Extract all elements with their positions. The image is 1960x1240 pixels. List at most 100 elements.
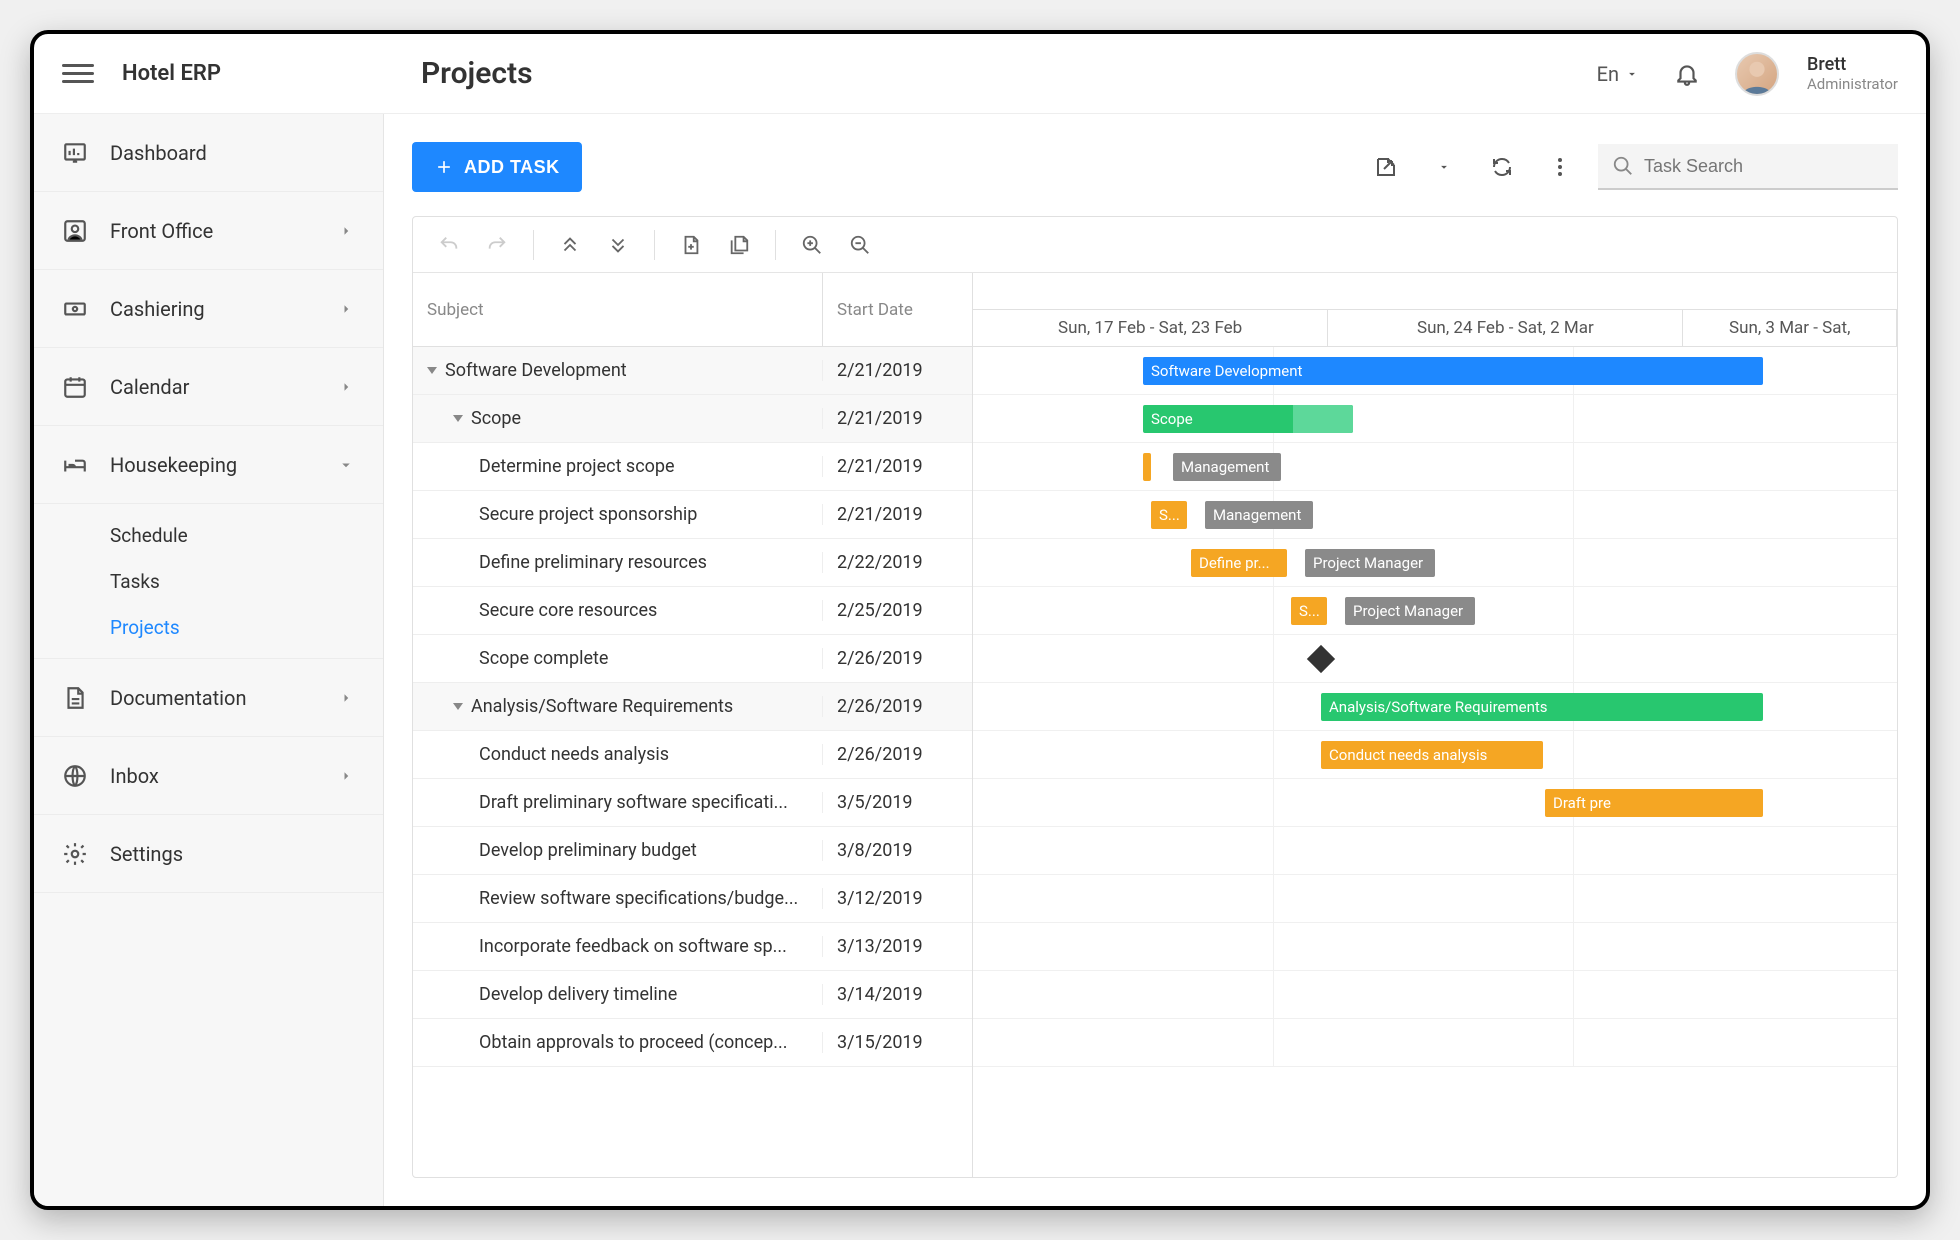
add-row-button[interactable] <box>669 223 713 267</box>
sidebar-item-front-office[interactable]: Front Office <box>34 192 383 270</box>
main-content: ADD TASK <box>384 114 1926 1206</box>
gantt-row <box>973 971 1897 1019</box>
column-start-date[interactable]: Start Date <box>823 273 972 346</box>
duplicate-row-button[interactable] <box>717 223 761 267</box>
refresh-icon <box>1490 155 1514 179</box>
notifications-button[interactable] <box>1667 54 1707 94</box>
gantt-bar[interactable]: Conduct needs analysis <box>1321 741 1543 769</box>
gantt-milestone[interactable] <box>1307 645 1335 673</box>
sidebar-item-label: Settings <box>110 842 355 866</box>
refresh-button[interactable] <box>1482 147 1522 187</box>
chevron-right-icon <box>337 300 355 318</box>
gantt-bar[interactable]: Scope <box>1143 405 1353 433</box>
gantt-bar[interactable]: Draft pre <box>1545 789 1763 817</box>
task-subject: Scope <box>471 408 521 429</box>
search-input[interactable] <box>1644 156 1884 177</box>
task-subject: Secure core resources <box>479 600 657 621</box>
column-headers: Subject Start Date <box>413 273 972 347</box>
sidebar-item-label: Documentation <box>110 686 315 710</box>
sidebar-item-cashiering[interactable]: Cashiering <box>34 270 383 348</box>
task-row[interactable]: Review software specifications/budge...3… <box>413 875 972 923</box>
sidebar-item-housekeeping[interactable]: Housekeeping <box>34 426 383 504</box>
gantt-chart[interactable]: Sun, 17 Feb - Sat, 23 FebSun, 24 Feb - S… <box>973 273 1897 1177</box>
expand-toggle-icon[interactable] <box>453 703 463 710</box>
sidebar-item-dashboard[interactable]: Dashboard <box>34 114 383 192</box>
task-date: 2/21/2019 <box>823 504 972 525</box>
gantt-row <box>973 923 1897 971</box>
task-date: 3/14/2019 <box>823 984 972 1005</box>
more-button[interactable] <box>1540 147 1580 187</box>
task-row[interactable]: Software Development2/21/2019 <box>413 347 972 395</box>
task-row[interactable]: Scope complete2/26/2019 <box>413 635 972 683</box>
zoom-in-button[interactable] <box>790 223 834 267</box>
task-row[interactable]: Draft preliminary software specificati..… <box>413 779 972 827</box>
sidebar-subitem-schedule[interactable]: Schedule <box>110 512 383 558</box>
sidebar-subitem-projects[interactable]: Projects <box>110 604 383 650</box>
task-row[interactable]: Develop delivery timeline3/14/2019 <box>413 971 972 1019</box>
column-subject[interactable]: Subject <box>413 273 823 346</box>
task-subject: Incorporate feedback on software sp... <box>479 936 787 957</box>
gantt-bar[interactable]: S... <box>1291 597 1327 625</box>
language-label: En <box>1597 62 1619 86</box>
calendar-icon <box>62 374 88 400</box>
expand-all-button[interactable] <box>596 223 640 267</box>
task-row[interactable]: Determine project scope2/21/2019 <box>413 443 972 491</box>
task-subject: Analysis/Software Requirements <box>471 696 733 717</box>
sidebar-item-documentation[interactable]: Documentation <box>34 659 383 737</box>
task-date: 3/12/2019 <box>823 888 972 909</box>
file-icon <box>62 685 88 711</box>
expand-toggle-icon[interactable] <box>453 415 463 422</box>
task-subject: Scope complete <box>479 648 608 669</box>
gantt-row <box>973 1019 1897 1067</box>
add-task-button[interactable]: ADD TASK <box>412 142 582 192</box>
task-date: 2/25/2019 <box>823 600 972 621</box>
gantt-task-list: Subject Start Date Software Development2… <box>413 273 973 1177</box>
gantt-bar[interactable]: S... <box>1151 501 1187 529</box>
language-selector[interactable]: En <box>1597 62 1639 86</box>
file-copy-icon <box>728 234 750 256</box>
gantt-row <box>973 875 1897 923</box>
sidebar-item-label: Cashiering <box>110 297 315 321</box>
task-row[interactable]: Secure core resources 2/25/2019 <box>413 587 972 635</box>
sidebar-item-inbox[interactable]: Inbox <box>34 737 383 815</box>
sidebar-item-calendar[interactable]: Calendar <box>34 348 383 426</box>
task-date: 3/8/2019 <box>823 840 972 861</box>
gantt-bar[interactable]: Define pr... <box>1191 549 1287 577</box>
task-row[interactable]: Analysis/Software Requirements2/26/2019 <box>413 683 972 731</box>
undo-button[interactable] <box>427 223 471 267</box>
task-subject: Software Development <box>445 360 627 381</box>
dashboard-icon <box>62 140 88 166</box>
sidebar-subitem-tasks[interactable]: Tasks <box>110 558 383 604</box>
redo-button[interactable] <box>475 223 519 267</box>
gantt-row <box>973 635 1897 683</box>
page-title: Projects <box>421 56 533 91</box>
search-box[interactable] <box>1598 144 1898 190</box>
gantt-marker[interactable] <box>1143 453 1151 481</box>
task-row[interactable]: Develop preliminary budget3/8/2019 <box>413 827 972 875</box>
task-row[interactable]: Scope2/21/2019 <box>413 395 972 443</box>
task-row[interactable]: Obtain approvals to proceed (concep...3/… <box>413 1019 972 1067</box>
assignee-tag: Project Manager <box>1305 549 1435 577</box>
task-row[interactable]: Conduct needs analysis2/26/2019 <box>413 731 972 779</box>
sidebar-item-label: Calendar <box>110 375 315 399</box>
task-date: 3/13/2019 <box>823 936 972 957</box>
user-info: Brett Administrator <box>1807 54 1898 93</box>
zoom-out-button[interactable] <box>838 223 882 267</box>
gantt-bar[interactable]: Analysis/Software Requirements <box>1321 693 1763 721</box>
export-dropdown[interactable] <box>1424 147 1464 187</box>
export-button[interactable] <box>1366 147 1406 187</box>
task-date: 3/15/2019 <box>823 1032 972 1053</box>
user-name: Brett <box>1807 54 1898 75</box>
task-row[interactable]: Incorporate feedback on software sp... 3/… <box>413 923 972 971</box>
user-avatar[interactable] <box>1735 52 1779 96</box>
task-row[interactable]: Define preliminary resources2/22/2019 <box>413 539 972 587</box>
gantt-bar[interactable]: Software Development <box>1143 357 1763 385</box>
gantt-toolbar <box>413 217 1897 273</box>
chevron-down-icon <box>1437 160 1451 174</box>
task-row[interactable]: Secure project sponsorship2/21/2019 <box>413 491 972 539</box>
more-vertical-icon <box>1548 155 1572 179</box>
sidebar-item-settings[interactable]: Settings <box>34 815 383 893</box>
collapse-all-button[interactable] <box>548 223 592 267</box>
hamburger-menu-button[interactable] <box>62 58 94 90</box>
expand-toggle-icon[interactable] <box>427 367 437 374</box>
